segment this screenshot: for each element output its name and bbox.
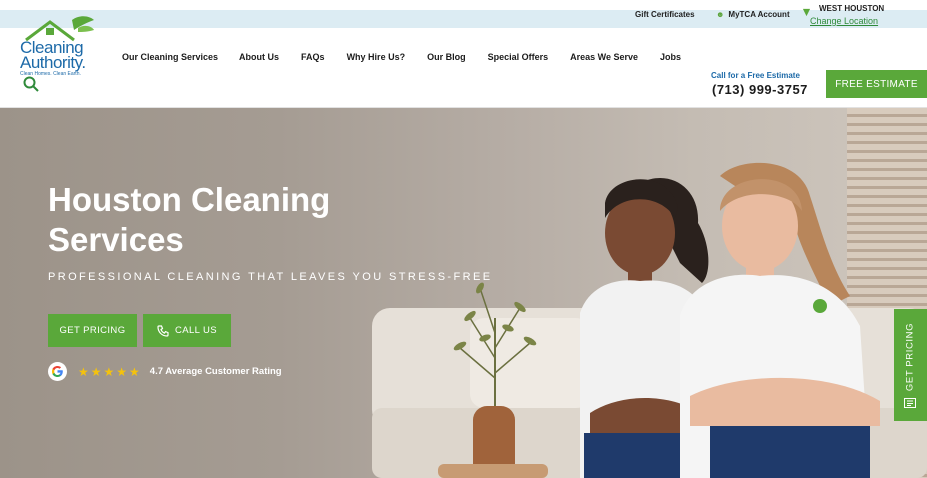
- google-icon: [48, 362, 67, 381]
- main-nav: Our Cleaning Services About Us FAQs Why …: [122, 52, 681, 62]
- nav-faqs[interactable]: FAQs: [301, 52, 325, 62]
- hero-title: Houston Cleaning Services: [48, 181, 331, 258]
- calculator-icon: [904, 398, 916, 408]
- side-get-pricing-tab[interactable]: GET PRICING: [894, 309, 927, 421]
- rating-stars: ★★★★★: [78, 364, 142, 379]
- logo-text-line2: Authority.: [20, 53, 86, 72]
- nav-jobs[interactable]: Jobs: [660, 52, 681, 62]
- customer-rating: ★★★★★ 4.7 Average Customer Rating: [48, 362, 282, 381]
- plant-image: [453, 282, 537, 418]
- nav-areas-we-serve[interactable]: Areas We Serve: [570, 52, 638, 62]
- rating-text: 4.7 Average Customer Rating: [149, 366, 282, 377]
- hero-subtitle: PROFESSIONAL CLEANING THAT LEAVES YOU ST…: [48, 271, 493, 283]
- nav-special-offers[interactable]: Special Offers: [488, 52, 549, 62]
- side-tab-label: GET PRICING: [904, 322, 916, 392]
- phone-number-link[interactable]: (713) 999-3757: [712, 82, 808, 97]
- change-location-link[interactable]: Change Location: [810, 16, 878, 26]
- nav-about-us[interactable]: About Us: [239, 52, 279, 62]
- nav-our-blog[interactable]: Our Blog: [427, 52, 466, 62]
- call-us-button[interactable]: CALL US: [143, 314, 231, 347]
- account-label: MyTCA Account: [728, 10, 790, 19]
- account-icon: ☻: [716, 10, 725, 19]
- get-pricing-button[interactable]: GET PRICING: [48, 314, 137, 347]
- search-icon[interactable]: [23, 76, 39, 92]
- utility-bar: Gift Certificates ☻ MyTCA Account WEST HO…: [0, 0, 927, 28]
- free-estimate-button[interactable]: FREE ESTIMATE: [826, 70, 927, 98]
- hero-section: Houston Cleaning Services PROFESSIONAL C…: [0, 108, 927, 478]
- phone-icon: [157, 324, 169, 337]
- cleaner-photo-right: [680, 162, 880, 478]
- account-link[interactable]: ☻ MyTCA Account: [716, 10, 790, 19]
- nav-why-hire-us[interactable]: Why Hire Us?: [347, 52, 406, 62]
- nav-our-cleaning-services[interactable]: Our Cleaning Services: [122, 52, 218, 62]
- site-header: Cleaning Authority. Clean Homes. Clean E…: [0, 16, 927, 108]
- gift-certificates-link[interactable]: Gift Certificates: [635, 10, 695, 19]
- location-city: WEST HOUSTON: [819, 4, 885, 13]
- free-estimate-label: Call for a Free Estimate: [711, 71, 800, 80]
- side-table: [438, 464, 548, 478]
- call-us-label: CALL US: [174, 325, 218, 336]
